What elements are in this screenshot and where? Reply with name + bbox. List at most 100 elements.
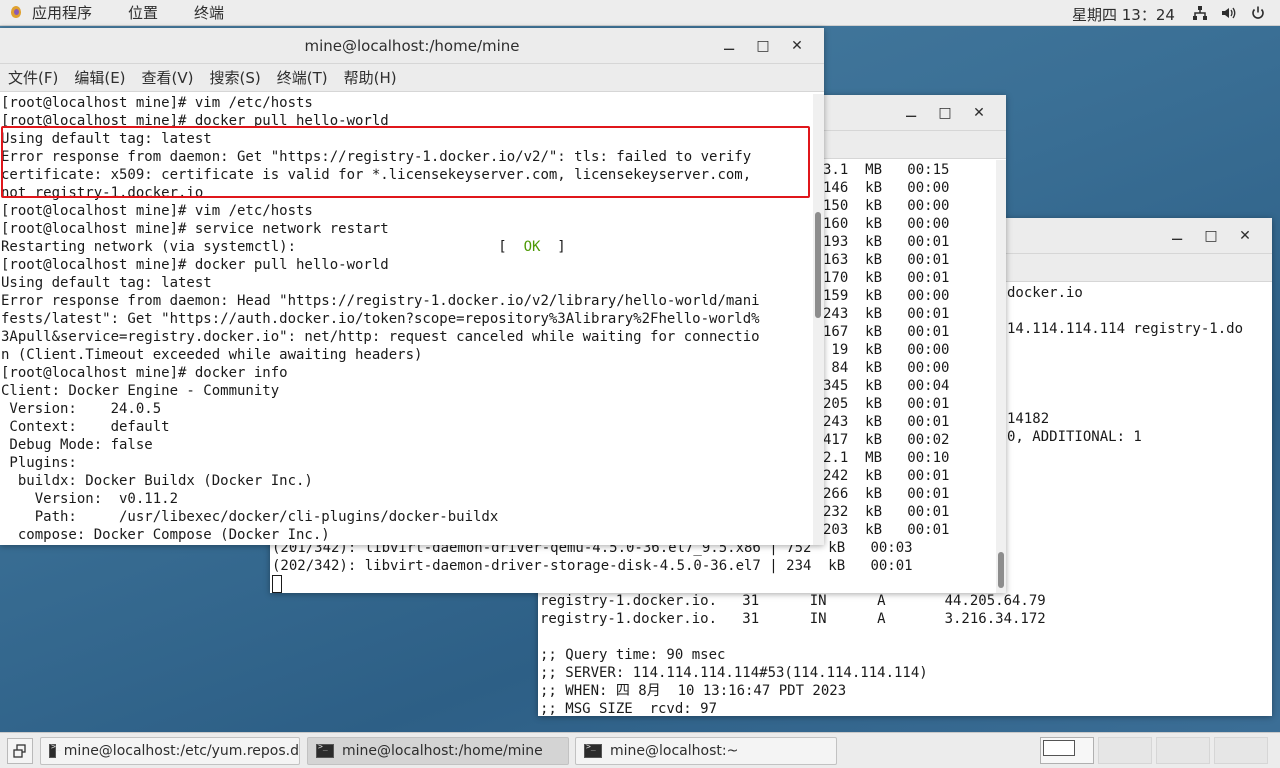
- terminal-line: (202/342): libvirt-daemon-driver-storage…: [272, 558, 913, 574]
- terminal-line: ;; SERVER: 114.114.114.114#53(114.114.11…: [540, 665, 928, 681]
- terminal-line: 146 kB 00:00: [823, 180, 950, 196]
- terminal-line: 417 kB 00:02: [823, 432, 950, 448]
- taskbar-item-yum-repos[interactable]: mine@localhost:/etc/yum.repos.d: [40, 737, 300, 765]
- terminal-line: Restarting network (via systemctl): [ OK…: [1, 239, 566, 255]
- close-icon[interactable]: ✕: [780, 38, 814, 54]
- terminal-output[interactable]: [root@localhost mine]# vim /etc/hosts [ro…: [1, 94, 813, 545]
- terminal-line: 160 kB 00:00: [823, 216, 950, 232]
- terminal-line: [root@localhost mine]# vim /etc/hosts: [1, 95, 313, 111]
- maximize-icon[interactable]: □: [746, 38, 780, 54]
- terminal-line: registry-1.docker.io. 31 IN A 44.205.64.…: [540, 593, 1046, 609]
- volume-icon[interactable]: [1220, 5, 1236, 21]
- menu-terminal[interactable]: 终端(T): [277, 67, 328, 88]
- taskbar-item-home[interactable]: mine@localhost:~: [575, 737, 837, 765]
- terminal-line: 0, ADDITIONAL: 1: [1007, 429, 1142, 445]
- terminal-line: 243 kB 00:01: [823, 306, 950, 322]
- menu-places[interactable]: 位置: [128, 2, 158, 23]
- terminal-line: Path: /usr/libexec/docker/cli-plugins/do…: [1, 509, 499, 525]
- terminal-line: 205 kB 00:01: [823, 396, 950, 412]
- menu-view[interactable]: 查看(V): [142, 67, 194, 88]
- terminal-icon: [584, 742, 602, 758]
- task-label: mine@localhost:~: [610, 743, 739, 759]
- network-icon[interactable]: [1192, 5, 1208, 21]
- terminal-line: registry-1.docker.io. 31 IN A 3.216.34.1…: [540, 611, 1046, 627]
- minimize-icon[interactable]: ⚊: [712, 38, 746, 54]
- taskbar-item-home-mine[interactable]: mine@localhost:/home/mine: [307, 737, 569, 765]
- error-highlight-box: [1, 126, 810, 198]
- terminal-line: [root@localhost mine]# service network r…: [1, 221, 389, 237]
- menu-file[interactable]: 文件(F): [8, 67, 58, 88]
- terminal-line: 150 kB 00:00: [823, 198, 950, 214]
- terminal-line: 19 kB 00:00: [823, 342, 950, 358]
- terminal-line: 84 kB 00:00: [823, 360, 950, 376]
- workspace-2[interactable]: [1098, 737, 1152, 764]
- terminal-line: Client: Docker Engine - Community: [1, 383, 280, 399]
- terminal-line: 203 kB 00:01: [823, 522, 950, 538]
- taskbar: mine@localhost:/etc/yum.repos.d mine@loc…: [0, 732, 1280, 768]
- terminal-icon: [316, 742, 334, 758]
- terminal-line: docker.io: [1007, 285, 1083, 301]
- terminal-line: 3Apull&service=registry.docker.io": net/…: [1, 329, 760, 345]
- terminal-line: Version: 24.0.5: [1, 401, 162, 417]
- minimize-icon[interactable]: ⚊: [894, 105, 928, 121]
- terminal-line: buildx: Docker Buildx (Docker Inc.): [1, 473, 313, 489]
- terminal-line: 14182: [1007, 411, 1050, 427]
- maximize-icon[interactable]: □: [1194, 228, 1228, 244]
- terminal-window-active[interactable]: mine@localhost:/home/mine ⚊ □ ✕ 文件(F) 编辑…: [0, 28, 824, 545]
- terminal-line: ;; WHEN: 四 8月 10 13:16:47 PDT 2023: [540, 683, 847, 699]
- terminal-line: fests/latest": Get "https://auth.docker.…: [1, 311, 760, 327]
- terminal-line: ;; Query time: 90 msec: [540, 647, 726, 663]
- terminal-line: 170 kB 00:01: [823, 270, 950, 286]
- terminal-line: 159 kB 00:00: [823, 288, 950, 304]
- scrollbar-thumb[interactable]: [998, 552, 1004, 588]
- terminal-line: 345 kB 00:04: [823, 378, 950, 394]
- terminal-line: Context: default: [1, 419, 170, 435]
- menu-help[interactable]: 帮助(H): [344, 67, 397, 88]
- workspace-3[interactable]: [1156, 737, 1210, 764]
- scrollbar-thumb[interactable]: [815, 212, 821, 318]
- terminal-line: 232 kB 00:01: [823, 504, 950, 520]
- clock[interactable]: 星期四 13：24: [1072, 4, 1175, 25]
- workspace-4[interactable]: [1214, 737, 1268, 764]
- terminal-line: ;; MSG SIZE rcvd: 97: [540, 701, 718, 716]
- menu-applications[interactable]: 应用程序: [32, 2, 92, 23]
- terminal-line: 193 kB 00:01: [823, 234, 950, 250]
- gnome-foot-icon: [8, 5, 24, 21]
- terminal-line: 167 kB 00:01: [823, 324, 950, 340]
- workspace-1[interactable]: [1040, 737, 1094, 764]
- terminal-line: 163 kB 00:01: [823, 252, 950, 268]
- menu-terminal[interactable]: 终端: [194, 2, 224, 23]
- scrollbar[interactable]: [813, 94, 824, 545]
- minimize-icon[interactable]: ⚊: [1160, 228, 1194, 244]
- workspace-window-thumb: [1043, 740, 1075, 756]
- close-icon[interactable]: ✕: [962, 105, 996, 121]
- terminal-line: 266 kB 00:01: [823, 486, 950, 502]
- power-icon[interactable]: [1250, 5, 1266, 21]
- top-panel: 应用程序 位置 终端 星期四 13：24: [0, 0, 1280, 26]
- close-icon[interactable]: ✕: [1228, 228, 1262, 244]
- menu-edit[interactable]: 编辑(E): [74, 67, 125, 88]
- terminal-line: Plugins:: [1, 455, 77, 471]
- terminal-line: 242 kB 00:01: [823, 468, 950, 484]
- menu-search[interactable]: 搜索(S): [210, 67, 261, 88]
- show-desktop-icon[interactable]: [7, 738, 33, 764]
- terminal-line: 3.1 MB 00:15: [823, 162, 950, 178]
- terminal-line: Version: v0.11.2: [1, 491, 179, 507]
- window-titlebar[interactable]: mine@localhost:/home/mine ⚊ □ ✕: [0, 28, 824, 64]
- ok-bracket: ]: [540, 239, 566, 255]
- terminal-line: [root@localhost mine]# docker info: [1, 365, 288, 381]
- terminal-cursor: [272, 575, 282, 593]
- maximize-icon[interactable]: □: [928, 105, 962, 121]
- terminal-line: Debug Mode: false: [1, 437, 153, 453]
- terminal-line: [root@localhost mine]# docker pull hello…: [1, 257, 389, 273]
- terminal-line: [root@localhost mine]# vim /etc/hosts: [1, 203, 313, 219]
- terminal-line: Using default tag: latest: [1, 275, 212, 291]
- scrollbar[interactable]: [996, 160, 1006, 593]
- task-label: mine@localhost:/etc/yum.repos.d: [63, 743, 299, 759]
